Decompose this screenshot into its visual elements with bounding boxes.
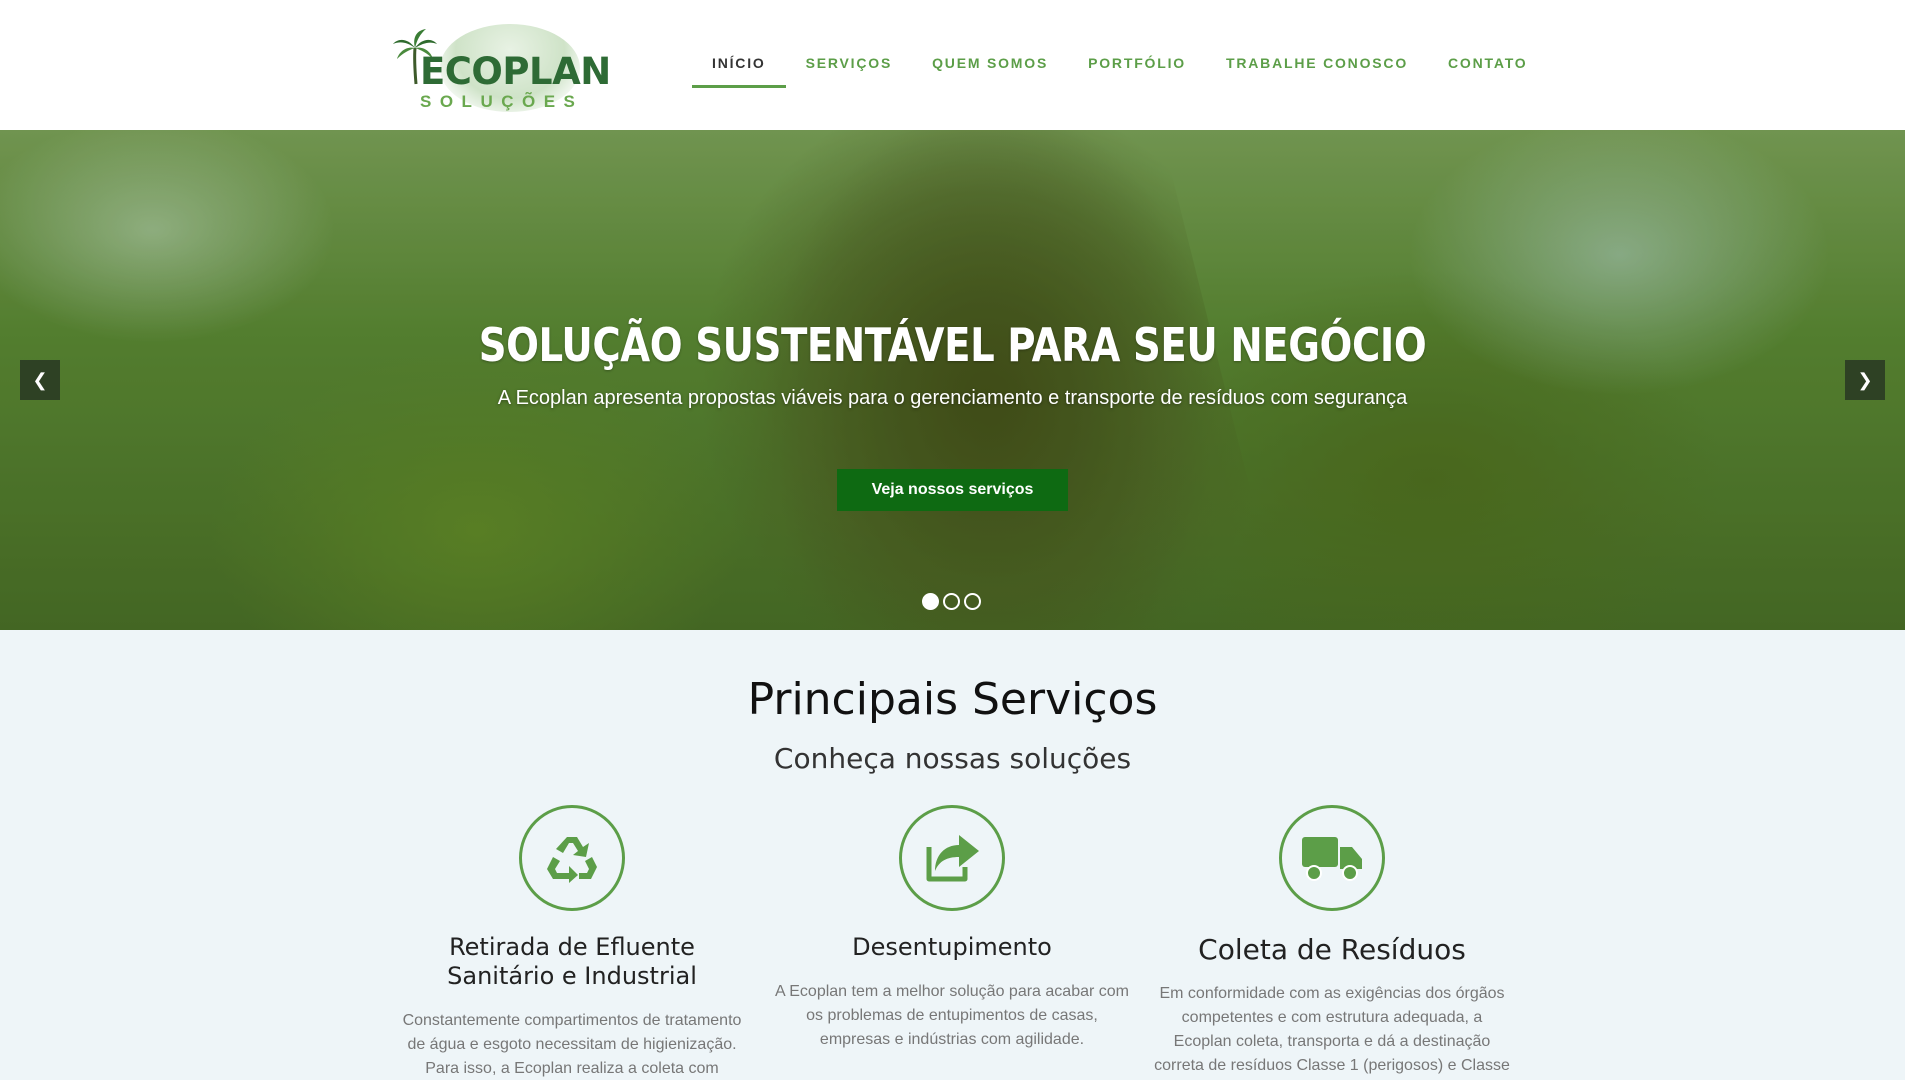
slider-dot-3[interactable]: [964, 593, 981, 610]
services-subtitle: Conheça nossas soluções: [773, 742, 1132, 775]
chevron-right-icon: ❯: [1857, 370, 1873, 390]
service-text-line: competentes e com estrutura adequada, a: [1181, 1009, 1483, 1026]
recycle-icon: [547, 837, 597, 883]
slider-next-button[interactable]: ❯: [1845, 360, 1885, 400]
nav-item-contato[interactable]: CONTATO: [1428, 0, 1547, 88]
service-title-line: Retirada de Efluente: [449, 933, 695, 961]
service-description: Constantemente compartimentos de tratame…: [392, 1009, 752, 1080]
service-text-line: A Ecoplan tem a melhor solução para acab…: [775, 983, 1129, 1000]
service-icon-circle[interactable]: [1279, 805, 1385, 911]
main-nav: INÍCIO SERVIÇOS QUEM SOMOS PORTFÓLIO TRA…: [692, 0, 1548, 130]
service-text-line: Constantemente compartimentos de tratame…: [402, 1012, 742, 1029]
service-title: Retirada de Efluente Sanitário e Industr…: [392, 933, 752, 991]
share-icon: [926, 835, 979, 882]
logo-tagline: SOLUÇÕES: [420, 92, 584, 111]
slider-prev-button[interactable]: ❮: [20, 360, 60, 400]
hero-title: SOLUÇÃO SUSTENTÁVEL PARA SEU NEGÓCIO: [478, 318, 1427, 372]
services-title: Principais Serviços: [747, 674, 1158, 725]
hero-subtitle: A Ecoplan apresenta propostas viáveis pa…: [497, 387, 1408, 409]
nav-item-trabalhe-conosco[interactable]: TRABALHE CONOSCO: [1206, 0, 1428, 88]
nav-item-servicos[interactable]: SERVIÇOS: [786, 0, 913, 88]
slider-dot-1[interactable]: [922, 593, 939, 610]
service-text-line: empresas e indústrias com agilidade.: [819, 1031, 1085, 1048]
nav-item-portfolio[interactable]: PORTFÓLIO: [1068, 0, 1206, 88]
service-title-line: Desentupimento: [852, 933, 1052, 961]
service-description: Em conformidade com as exigências dos ór…: [1152, 982, 1512, 1078]
service-description: A Ecoplan tem a melhor solução para acab…: [772, 980, 1132, 1052]
hero-slider: SOLUÇÃO SUSTENTÁVEL PARA SEU NEGÓCIO A E…: [0, 130, 1905, 630]
service-title: Desentupimento: [772, 933, 1132, 962]
service-icon-circle[interactable]: [519, 805, 625, 911]
service-text-line: Para isso, a Ecoplan realiza a coleta co…: [425, 1060, 719, 1077]
logo[interactable]: ECOPLAN SOLUÇÕES: [390, 20, 611, 115]
service-card-efluente: Retirada de Efluente Sanitário e Industr…: [392, 805, 752, 1080]
service-card-desentupimento: Desentupimento A Ecoplan tem a melhor so…: [772, 805, 1132, 1052]
slider-dots: [922, 593, 981, 610]
nav-item-quem-somos[interactable]: QUEM SOMOS: [912, 0, 1068, 88]
nav-item-inicio[interactable]: INÍCIO: [692, 0, 786, 88]
service-text-line: Ecoplan coleta, transporta e dá a destin…: [1173, 1033, 1491, 1050]
truck-icon: [1302, 837, 1362, 881]
service-icon-circle[interactable]: [899, 805, 1005, 911]
service-title-line: Coleta de Resíduos: [1198, 933, 1466, 966]
service-text-line: os problemas de entupimentos de casas,: [806, 1007, 1098, 1024]
view-services-button[interactable]: Veja nossos serviços: [837, 469, 1068, 511]
service-text-line: de água e esgoto necessitam de higieniza…: [407, 1036, 737, 1053]
service-title-line: Sanitário e Industrial: [447, 962, 697, 990]
site-header: ECOPLAN SOLUÇÕES INÍCIO SERVIÇOS QUEM SO…: [0, 0, 1905, 130]
logo-wordmark: ECOPLAN: [420, 50, 611, 93]
service-text-line: correta de resíduos Classe 1 (perigosos)…: [1154, 1057, 1510, 1074]
hero-overlay: [0, 130, 1905, 630]
service-card-coleta: Coleta de Resíduos Em conformidade com a…: [1152, 805, 1512, 1078]
service-title: Coleta de Resíduos: [1152, 935, 1512, 964]
service-text-line: Em conformidade com as exigências dos ór…: [1159, 985, 1505, 1002]
chevron-left-icon: ❮: [32, 370, 48, 390]
slider-dot-2[interactable]: [943, 593, 960, 610]
